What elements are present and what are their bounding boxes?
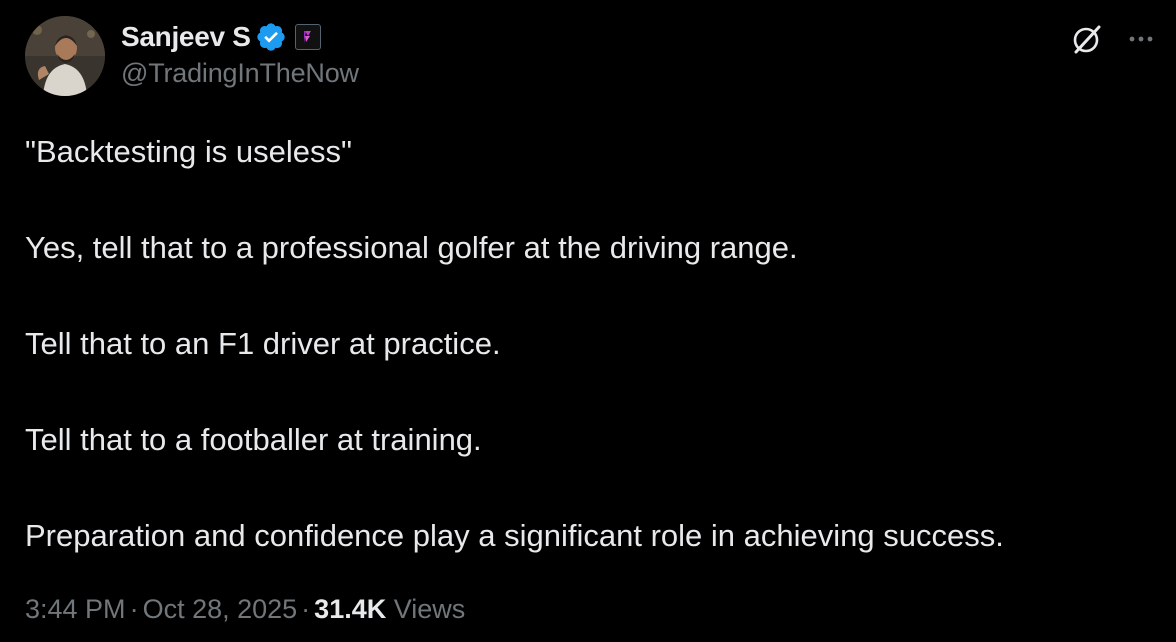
views-count[interactable]: 31.4K — [314, 594, 386, 624]
display-name[interactable]: Sanjeev S — [121, 21, 251, 53]
meta-separator: · — [301, 594, 311, 624]
top-actions — [1070, 22, 1156, 56]
verified-badge-icon[interactable] — [255, 21, 287, 53]
author-block: Sanjeev S @TradingInTheNow — [121, 18, 359, 89]
tweet-time[interactable]: 3:44 PM — [25, 594, 126, 624]
tweet-paragraph: "Backtesting is useless" — [25, 134, 352, 169]
avatar[interactable] — [25, 16, 105, 96]
name-row: Sanjeev S — [121, 18, 359, 56]
tweet-paragraph: Tell that to an F1 driver at practice. — [25, 326, 501, 361]
author-handle[interactable]: @TradingInTheNow — [121, 58, 359, 89]
views-label: Views — [393, 594, 466, 624]
affiliate-badge-icon[interactable] — [294, 24, 321, 50]
tweet-paragraph: Preparation and confidence play a signif… — [25, 518, 1004, 553]
grok-icon[interactable] — [1070, 22, 1104, 56]
more-horizontal-icon[interactable] — [1126, 24, 1156, 54]
tweet-date[interactable]: Oct 28, 2025 — [143, 594, 298, 624]
tweet: Sanjeev S @TradingInTheNow "Backtesting … — [0, 0, 1176, 642]
tweet-text: "Backtesting is useless" Yes, tell that … — [25, 132, 1155, 612]
tweet-paragraph: Yes, tell that to a professional golfer … — [25, 230, 798, 265]
tweet-paragraph: Tell that to a footballer at training. — [25, 422, 482, 457]
meta-separator: · — [129, 594, 139, 624]
tweet-meta: 3:44 PM · Oct 28, 2025 · 31.4K Views — [25, 594, 465, 625]
